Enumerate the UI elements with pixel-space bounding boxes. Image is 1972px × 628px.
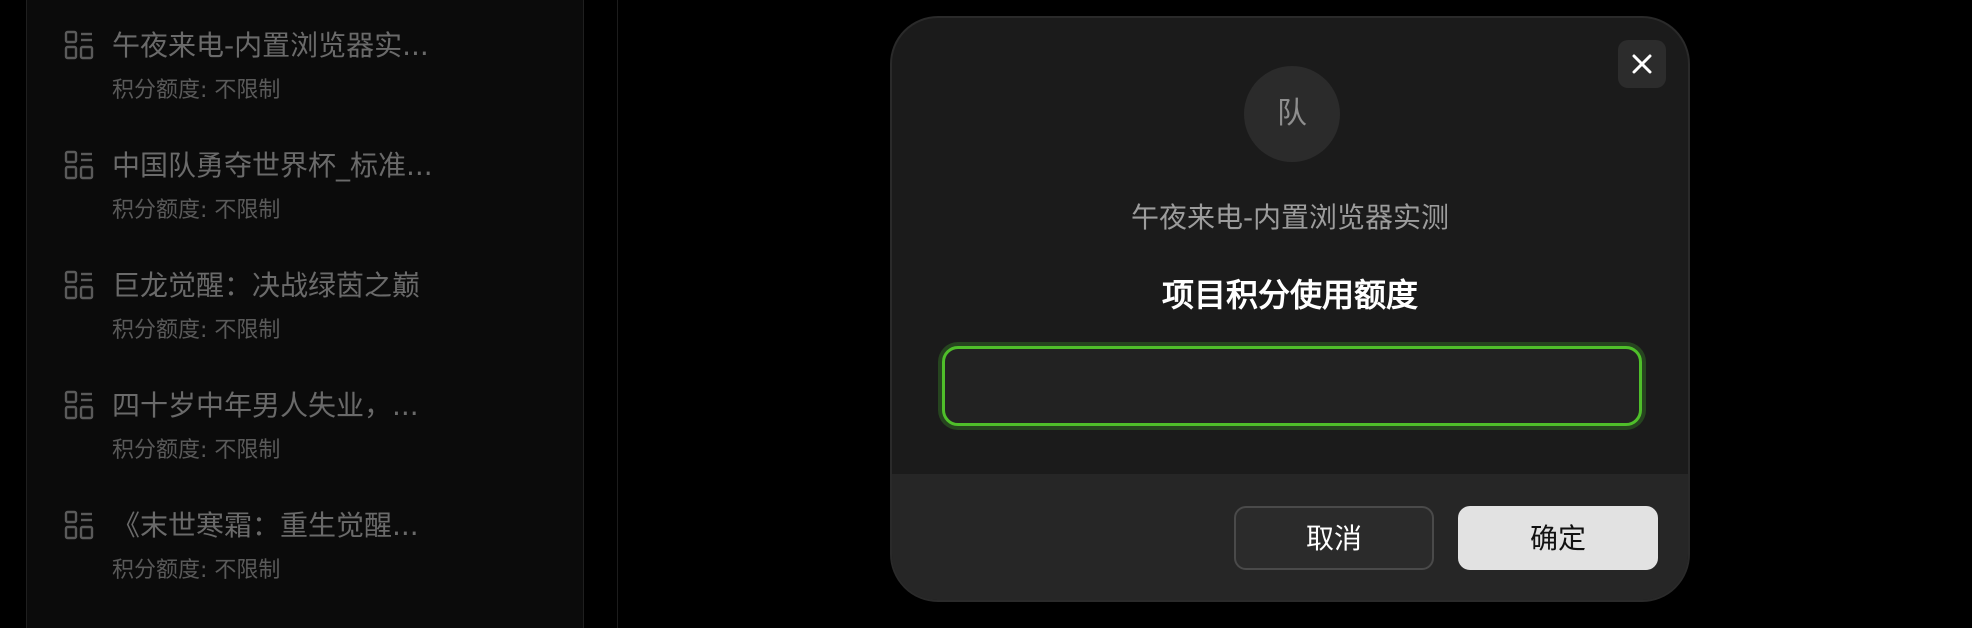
- grid-icon: [64, 150, 94, 180]
- project-quota: 积分额度: 不限制: [112, 558, 281, 583]
- project-quota: 积分额度: 不限制: [112, 438, 281, 463]
- project-title: 《末世寒霜：重生觉醒...: [112, 509, 419, 542]
- project-quota: 积分额度: 不限制: [112, 318, 281, 343]
- cancel-button[interactable]: 取消: [1234, 506, 1434, 570]
- project-list-item[interactable]: 午夜来电-内置浏览器实... 积分额度: 不限制: [64, 12, 564, 112]
- dialog-title: 项目积分使用额度: [1161, 276, 1418, 314]
- project-title: 四十岁中年男人失业，...: [112, 389, 419, 422]
- confirm-button[interactable]: 确定: [1458, 506, 1658, 570]
- project-quota: 积分额度: 不限制: [112, 78, 281, 103]
- grid-icon: [64, 30, 94, 60]
- project-title: 中国队勇夺世界杯_标准...: [112, 149, 433, 182]
- project-title: 巨龙觉醒：决战绿茵之巅: [112, 269, 421, 302]
- project-name: 午夜来电-内置浏览器实测: [1130, 201, 1450, 234]
- project-list-item[interactable]: 四十岁中年男人失业，... 积分额度: 不限制: [64, 372, 564, 472]
- quota-input[interactable]: [942, 346, 1642, 426]
- project-list-item[interactable]: 中国队勇夺世界杯_标准... 积分额度: 不限制: [64, 132, 564, 232]
- panel-divider: [617, 0, 618, 628]
- close-button[interactable]: [1618, 40, 1666, 88]
- close-icon: [1632, 54, 1652, 74]
- grid-icon: [64, 510, 94, 540]
- project-avatar: 队: [1244, 66, 1340, 162]
- dialog-footer: 取消 确定: [892, 474, 1688, 600]
- project-list-item[interactable]: 《末世寒霜：重生觉醒... 积分额度: 不限制: [64, 492, 564, 592]
- grid-icon: [64, 270, 94, 300]
- quota-dialog: 队 午夜来电-内置浏览器实测 项目积分使用额度 取消 确定: [890, 16, 1690, 602]
- project-list-item[interactable]: 巨龙觉醒：决战绿茵之巅 积分额度: 不限制: [64, 252, 564, 352]
- page: 午夜来电-内置浏览器实... 积分额度: 不限制 中国队勇夺世界杯_标准... …: [0, 0, 1972, 628]
- grid-icon: [64, 390, 94, 420]
- project-quota: 积分额度: 不限制: [112, 198, 281, 223]
- project-title: 午夜来电-内置浏览器实...: [112, 29, 429, 62]
